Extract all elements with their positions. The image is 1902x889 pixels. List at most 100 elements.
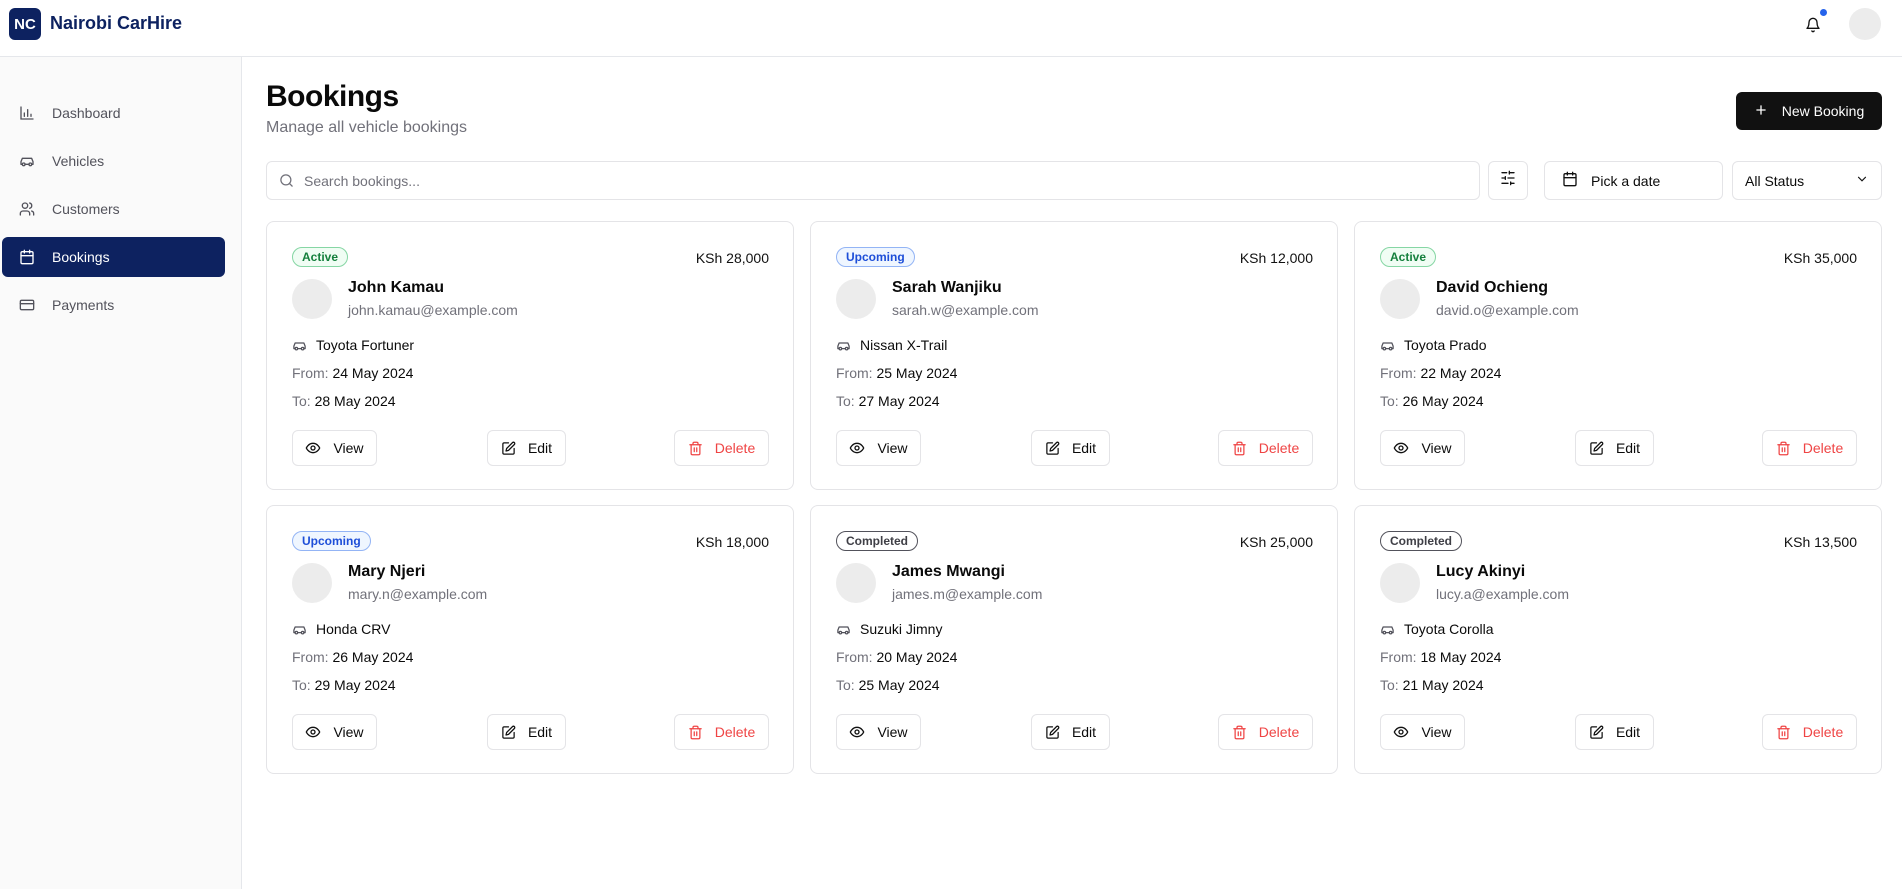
customer-email: sarah.w@example.com — [892, 302, 1039, 318]
edit-label: Edit — [1615, 724, 1641, 740]
sidebar-item-label: Bookings — [52, 249, 110, 265]
car-icon — [292, 338, 307, 353]
page-title: Bookings — [266, 80, 399, 113]
customer-name: John Kamau — [348, 279, 445, 296]
view-button[interactable]: View — [1380, 714, 1465, 750]
delete-button[interactable]: Delete — [1218, 430, 1313, 466]
to-date-row: To: 29 May 2024 — [292, 677, 396, 693]
delete-button[interactable]: Delete — [1762, 430, 1857, 466]
delete-button[interactable]: Delete — [1218, 714, 1313, 750]
bell-icon[interactable] — [1801, 13, 1825, 37]
car-icon — [1380, 622, 1395, 637]
new-booking-button[interactable]: New Booking — [1736, 92, 1882, 130]
sidebar-item-vehicles[interactable]: Vehicles — [2, 141, 225, 181]
view-button[interactable]: View — [1380, 430, 1465, 466]
to-label: To: — [836, 677, 855, 693]
eye-icon — [849, 440, 865, 456]
status-badge: Active — [1380, 247, 1437, 267]
to-date: 25 May 2024 — [858, 677, 940, 693]
avatar — [292, 279, 332, 319]
vehicle-name: Toyota Prado — [1404, 337, 1487, 353]
delete-button[interactable]: Delete — [674, 714, 769, 750]
top-bar: NC Nairobi CarHire — [0, 0, 1902, 57]
sidebar-item-customers[interactable]: Customers — [2, 189, 225, 229]
search-icon — [279, 173, 295, 189]
from-label: From: — [1380, 365, 1417, 381]
eye-icon — [305, 724, 321, 740]
customer-name: Sarah Wanjiku — [892, 279, 1002, 296]
edit-button[interactable]: Edit — [487, 430, 566, 466]
new-booking-label: New Booking — [1781, 103, 1865, 119]
to-label: To: — [836, 393, 855, 409]
view-button[interactable]: View — [292, 714, 377, 750]
view-label: View — [877, 724, 908, 740]
vehicle-name: Suzuki Jimny — [860, 621, 943, 637]
from-date: 24 May 2024 — [332, 365, 414, 381]
from-date: 25 May 2024 — [876, 365, 958, 381]
trash-icon — [1776, 441, 1791, 456]
delete-label: Delete — [1258, 440, 1300, 456]
avatar — [1380, 279, 1420, 319]
sidebar-item-payments[interactable]: Payments — [2, 285, 225, 325]
delete-button[interactable]: Delete — [674, 430, 769, 466]
car-icon — [836, 622, 851, 637]
pencil-icon — [1589, 725, 1604, 740]
to-date: 27 May 2024 — [858, 393, 940, 409]
from-date-row: From: 26 May 2024 — [292, 649, 413, 665]
pencil-icon — [1045, 725, 1060, 740]
avatar — [836, 279, 876, 319]
to-date: 21 May 2024 — [1402, 677, 1484, 693]
customer-email: james.m@example.com — [892, 586, 1043, 602]
pencil-icon — [1589, 441, 1604, 456]
edit-button[interactable]: Edit — [1575, 430, 1654, 466]
booking-price: KSh 18,000 — [695, 534, 769, 550]
view-button[interactable]: View — [836, 714, 921, 750]
booking-card: Active KSh 35,000 David Ochieng david.o@exa… — [1354, 221, 1882, 490]
pencil-icon — [1045, 441, 1060, 456]
booking-card: Upcoming KSh 12,000 Sarah Wanjiku sarah.w@e… — [810, 221, 1338, 490]
vehicle-name: Toyota Corolla — [1404, 621, 1494, 637]
edit-button[interactable]: Edit — [1031, 714, 1110, 750]
car-icon — [1380, 338, 1395, 353]
from-date-row: From: 24 May 2024 — [292, 365, 413, 381]
sidebar-item-bookings[interactable]: Bookings — [2, 237, 225, 277]
vehicle-row: Toyota Corolla — [1380, 621, 1494, 637]
avatar[interactable] — [1849, 8, 1881, 40]
customer-name: Mary Njeri — [348, 563, 426, 580]
edit-button[interactable]: Edit — [1031, 430, 1110, 466]
pencil-icon — [501, 441, 516, 456]
trash-icon — [1232, 725, 1247, 740]
to-label: To: — [292, 677, 311, 693]
trash-icon — [1232, 441, 1247, 456]
sidebar-item-dashboard[interactable]: Dashboard — [2, 93, 225, 133]
view-button[interactable]: View — [836, 430, 921, 466]
delete-button[interactable]: Delete — [1762, 714, 1857, 750]
edit-label: Edit — [1071, 724, 1097, 740]
car-icon — [292, 622, 307, 637]
status-select[interactable]: All Status — [1732, 161, 1882, 200]
eye-icon — [1393, 440, 1409, 456]
search-input[interactable] — [304, 172, 1404, 189]
avatar — [1380, 563, 1420, 603]
view-button[interactable]: View — [292, 430, 377, 466]
to-label: To: — [1380, 677, 1399, 693]
sidebar: Dashboard Vehicles Customers Bookings Pa… — [0, 57, 242, 889]
booking-card: Completed KSh 25,000 James Mwangi james.m@e… — [810, 505, 1338, 774]
to-date-row: To: 28 May 2024 — [292, 393, 396, 409]
trash-icon — [688, 725, 703, 740]
edit-label: Edit — [1071, 440, 1097, 456]
vehicle-row: Suzuki Jimny — [836, 621, 942, 637]
calendar-icon — [1562, 171, 1578, 190]
date-picker-button[interactable]: Pick a date — [1544, 161, 1723, 200]
edit-label: Edit — [527, 440, 553, 456]
plus-icon — [1754, 103, 1768, 120]
status-select-value: All Status — [1745, 172, 1805, 189]
customer-name: David Ochieng — [1436, 279, 1549, 296]
delete-label: Delete — [714, 440, 756, 456]
edit-button[interactable]: Edit — [1575, 714, 1654, 750]
sidebar-item-label: Vehicles — [52, 153, 105, 169]
app-name: Nairobi CarHire — [50, 13, 183, 33]
edit-button[interactable]: Edit — [487, 714, 566, 750]
delete-label: Delete — [714, 724, 756, 740]
filter-button[interactable] — [1488, 161, 1528, 200]
